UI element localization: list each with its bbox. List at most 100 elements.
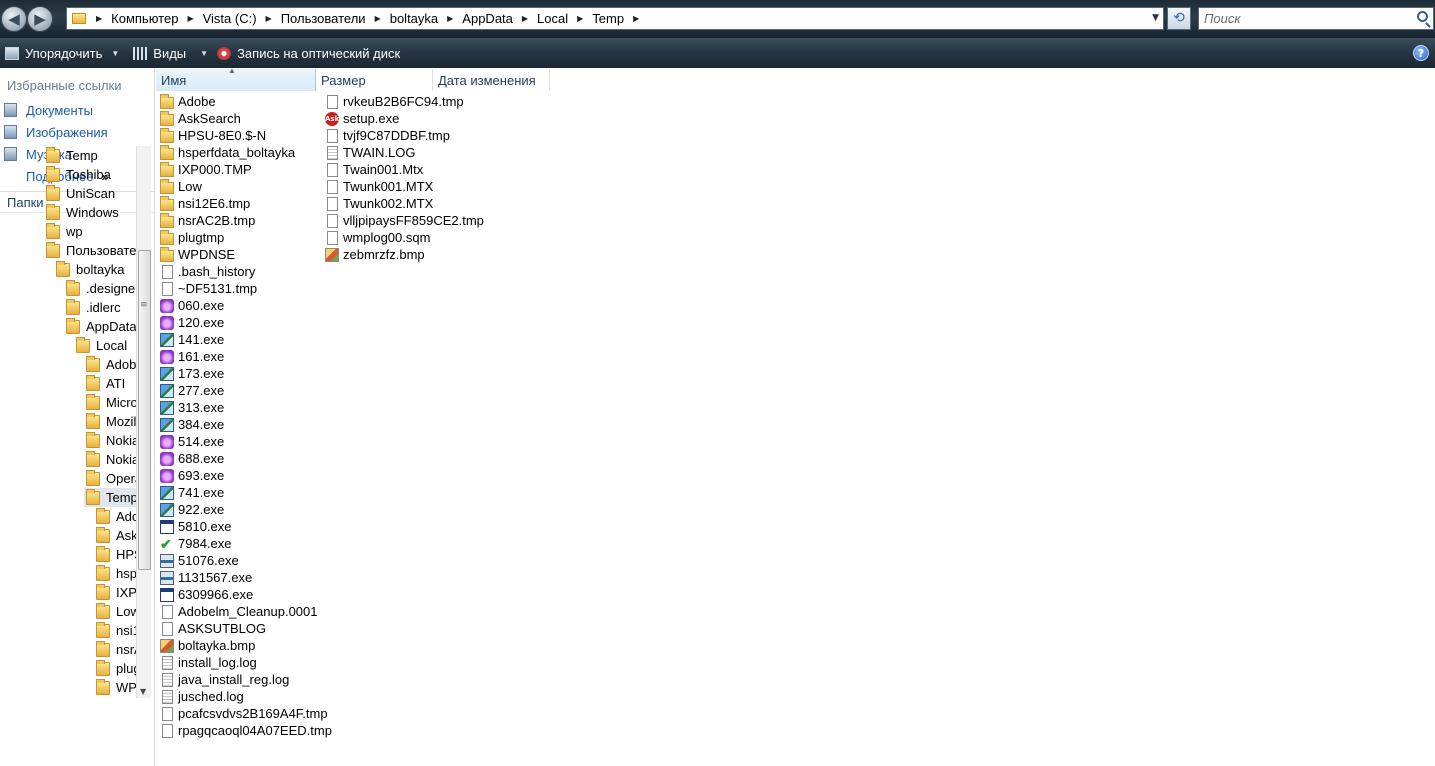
- file-item[interactable]: 060.exe: [160, 297, 224, 314]
- file-item[interactable]: Twunk002.MTX: [325, 195, 433, 212]
- file-item[interactable]: hsperfdata_boltayka: [160, 144, 295, 161]
- file-item[interactable]: IXP000.TMP: [160, 161, 252, 178]
- file-item[interactable]: 51076.exe: [160, 552, 239, 569]
- favorite-link-documents[interactable]: Документы: [4, 101, 93, 119]
- breadcrumb-separator-icon[interactable]: ▶: [522, 14, 528, 23]
- tree-item[interactable]: UniScan: [46, 184, 115, 203]
- tree-item[interactable]: Nokia: [86, 450, 136, 469]
- tree-item[interactable]: plugtmp: [96, 659, 136, 678]
- breadcrumb-temp[interactable]: Temp: [592, 11, 624, 26]
- organize-button[interactable]: Упорядочить ▼: [1, 38, 119, 68]
- file-item[interactable]: 141.exe: [160, 331, 224, 348]
- file-item[interactable]: Low: [160, 178, 202, 195]
- file-item[interactable]: Adobe: [160, 93, 216, 110]
- file-item[interactable]: 5810.exe: [160, 518, 232, 535]
- file-item[interactable]: 6309966.exe: [160, 586, 253, 603]
- file-item[interactable]: boltayka.bmp: [160, 637, 255, 654]
- tree-item[interactable]: WPDNSE: [96, 678, 136, 697]
- file-item[interactable]: vlljpipaysFF859CE2.tmp: [325, 212, 484, 229]
- tree-item[interactable]: Adobe: [96, 507, 136, 526]
- file-item[interactable]: 120.exe: [160, 314, 224, 331]
- tree-item[interactable]: AskSearch: [96, 526, 136, 545]
- burn-disc-button[interactable]: Запись на оптический диск: [213, 38, 400, 68]
- file-item[interactable]: Twunk001.MTX: [325, 178, 433, 195]
- tree-item[interactable]: IXP000.TMP: [96, 583, 136, 602]
- search-box[interactable]: [1198, 7, 1434, 30]
- file-item[interactable]: java_install_reg.log: [160, 671, 289, 688]
- file-item[interactable]: plugtmp: [160, 229, 224, 246]
- file-item[interactable]: 922.exe: [160, 501, 224, 518]
- tree-item[interactable]: hsperfdata_boltayka: [96, 564, 136, 583]
- search-icon[interactable]: [1417, 11, 1428, 22]
- file-item[interactable]: 741.exe: [160, 484, 224, 501]
- file-item[interactable]: tvjf9C87DDBF.tmp: [325, 127, 450, 144]
- file-item[interactable]: ✔ 7984.exe: [160, 535, 232, 552]
- breadcrumb-separator-icon[interactable]: ▶: [266, 14, 272, 23]
- tree-item[interactable]: Windows: [46, 203, 119, 222]
- file-item[interactable]: WPDNSE: [160, 246, 235, 263]
- tree-item[interactable]: AppData: [66, 317, 136, 336]
- tree-item[interactable]: Nokia: [86, 431, 136, 450]
- file-item[interactable]: ~DF5131.tmp: [160, 280, 257, 297]
- refresh-button[interactable]: ⟲: [1167, 7, 1191, 30]
- file-item[interactable]: install_log.log: [160, 654, 257, 671]
- tree-item[interactable]: nsi12E6.tmp: [96, 621, 136, 640]
- breadcrumb-separator-icon[interactable]: ▶: [633, 14, 639, 23]
- tree-item[interactable]: Opera: [86, 469, 136, 488]
- file-item[interactable]: AskSearch: [160, 110, 241, 127]
- views-button[interactable]: Виды ▼: [129, 38, 208, 68]
- tree-item[interactable]: .idlerc: [66, 298, 121, 317]
- file-item[interactable]: wmplog00.sqm: [325, 229, 430, 246]
- column-header-size[interactable]: Размер: [316, 69, 433, 91]
- breadcrumb-separator-icon[interactable]: ▶: [375, 14, 381, 23]
- file-item[interactable]: rvkeuB2B6FC94.tmp: [325, 93, 464, 110]
- breadcrumb-separator-icon[interactable]: ▶: [96, 14, 102, 23]
- breadcrumb-separator-icon[interactable]: ▶: [577, 14, 583, 23]
- file-item[interactable]: nsi12E6.tmp: [160, 195, 250, 212]
- tree-item[interactable]: HPSU-8E0.$-N: [96, 545, 136, 564]
- file-item[interactable]: Twain001.Mtx: [325, 161, 423, 178]
- breadcrumb-separator-icon[interactable]: ▶: [447, 14, 453, 23]
- address-field[interactable]: ▶ Компьютер ▶ Vista (C:) ▶ Пользователи …: [66, 7, 1164, 30]
- tree-item[interactable]: Toshiba: [46, 165, 111, 184]
- file-item[interactable]: Adobelm_Cleanup.0001: [160, 603, 318, 620]
- file-item[interactable]: TWAIN.LOG: [325, 144, 415, 161]
- tree-scrollbar[interactable]: ≡ ▼: [136, 146, 151, 698]
- file-item[interactable]: pcafcsvdvs2B169A4F.tmp: [160, 705, 328, 722]
- breadcrumb-user[interactable]: boltayka: [390, 11, 438, 26]
- file-item[interactable]: 514.exe: [160, 433, 224, 450]
- file-item[interactable]: nsrAC2B.tmp: [160, 212, 255, 229]
- file-item[interactable]: 1131567.exe: [160, 569, 252, 586]
- favorite-link-pictures[interactable]: Изображения: [4, 123, 108, 141]
- tree-scrollbar-thumb[interactable]: [138, 250, 151, 570]
- file-item[interactable]: 688.exe: [160, 450, 224, 467]
- breadcrumb-computer[interactable]: Компьютер: [111, 11, 178, 26]
- file-item[interactable]: HPSU-8E0.$-N: [160, 127, 266, 144]
- column-header-name[interactable]: ▲ Имя: [156, 68, 316, 91]
- file-item[interactable]: 161.exe: [160, 348, 224, 365]
- tree-item[interactable]: Temp: [84, 488, 136, 507]
- file-item[interactable]: 384.exe: [160, 416, 224, 433]
- search-input[interactable]: [1199, 8, 1399, 29]
- tree-item[interactable]: .designer: [66, 279, 136, 298]
- file-item[interactable]: rpagqcaoql04A07EED.tmp: [160, 722, 332, 739]
- tree-item[interactable]: Adobe: [86, 355, 136, 374]
- breadcrumb-separator-icon[interactable]: ▶: [187, 14, 193, 23]
- tree-item[interactable]: boltayka: [56, 260, 124, 279]
- tree-item[interactable]: Пользователи: [46, 241, 136, 260]
- scroll-down-icon[interactable]: ▼: [140, 687, 146, 696]
- file-item[interactable]: 277.exe: [160, 382, 224, 399]
- help-button[interactable]: ?: [1413, 45, 1429, 61]
- file-item[interactable]: jusched.log: [160, 688, 244, 705]
- tree-item[interactable]: Temp: [46, 146, 98, 165]
- tree-item[interactable]: Microsoft: [86, 393, 136, 412]
- file-item[interactable]: 313.exe: [160, 399, 224, 416]
- file-item[interactable]: zebmrzfz.bmp: [325, 246, 425, 263]
- address-dropdown-icon[interactable]: ▼: [1152, 13, 1159, 23]
- tree-item[interactable]: nsrAC2B.tmp: [96, 640, 136, 659]
- tree-item[interactable]: ATI: [86, 374, 125, 393]
- file-item[interactable]: .bash_history: [160, 263, 255, 280]
- back-button[interactable]: ◀: [1, 6, 27, 32]
- breadcrumb-local[interactable]: Local: [537, 11, 568, 26]
- file-item[interactable]: ASKSUTBLOG: [160, 620, 266, 637]
